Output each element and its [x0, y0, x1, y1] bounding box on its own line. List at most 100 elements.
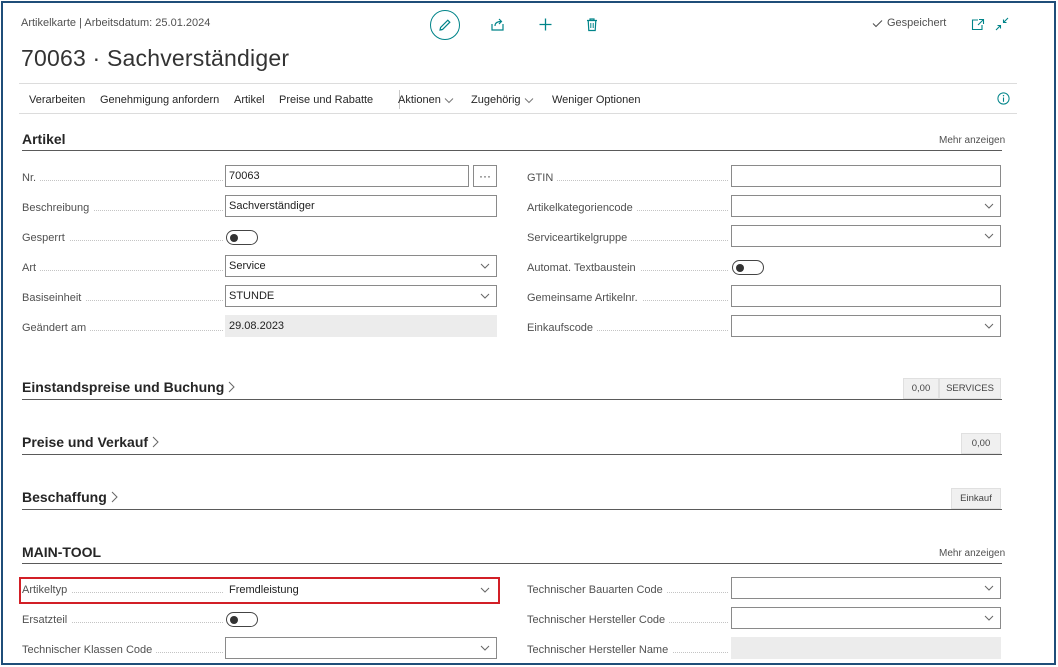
einkaufscode-select[interactable]: [731, 315, 1001, 337]
section-preise-header[interactable]: Preise und Verkauf: [22, 434, 159, 450]
einstandspreis-badge: 0,00: [903, 378, 939, 399]
artikel-show-more[interactable]: Mehr anzeigen: [939, 135, 1005, 146]
field-label: Serviceartikelgruppe: [527, 232, 632, 244]
section-divider: [22, 563, 1002, 564]
chevron-right-icon: [152, 436, 159, 448]
serviceartikelgruppe-select[interactable]: [731, 225, 1001, 247]
section-divider: [22, 509, 1002, 510]
chevron-down-icon: [480, 645, 490, 651]
field-label: Beschreibung: [22, 202, 94, 214]
chevron-down-icon: [984, 323, 994, 329]
preise-badge: 0,00: [961, 433, 1001, 454]
section-divider: [22, 399, 1002, 400]
action-weniger-optionen[interactable]: Weniger Optionen: [552, 94, 640, 106]
technischer-bauarten-code-select[interactable]: [731, 577, 1001, 599]
field-label: Gesperrt: [22, 232, 69, 244]
chevron-right-icon: [228, 381, 235, 393]
field-label: Technischer Bauarten Code: [527, 584, 667, 596]
field-label: Basiseinheit: [22, 292, 86, 304]
field-label: Nr.: [22, 172, 41, 184]
nr-input[interactable]: 70063: [225, 165, 469, 187]
leader-dots: [25, 180, 223, 181]
maintool-show-more[interactable]: Mehr anzeigen: [939, 548, 1005, 559]
technischer-klassen-code-select[interactable]: [225, 637, 497, 659]
basiseinheit-select-value: STUNDE: [229, 290, 275, 302]
share-icon: [490, 18, 504, 31]
geaendert-am-value: 29.08.2023: [225, 315, 497, 337]
beschaffung-badge: Einkauf: [951, 488, 1001, 509]
field-label: Artikelkategoriencode: [527, 202, 637, 214]
delete-button[interactable]: [583, 15, 601, 33]
field-label: GTIN: [527, 172, 558, 184]
artikelkategoriencode-select[interactable]: [731, 195, 1001, 217]
leader-dots: [25, 270, 223, 271]
collapse-button[interactable]: [993, 15, 1011, 33]
plus-icon: [539, 18, 551, 30]
gtin-input[interactable]: [731, 165, 1001, 187]
action-genehmigung-anfordern[interactable]: Genehmigung anfordern: [100, 94, 219, 106]
section-divider: [22, 150, 1002, 151]
chevron-down-icon: [984, 233, 994, 239]
chevron-down-icon: [984, 585, 994, 591]
edit-button[interactable]: [430, 10, 460, 40]
art-select-value: Service: [229, 260, 266, 272]
field-label: Art: [22, 262, 41, 274]
section-maintool-title: MAIN-TOOL: [22, 544, 102, 560]
section-artikel-title: Artikel: [22, 131, 66, 147]
new-button[interactable]: [536, 15, 554, 33]
item-card-page: Artikelkarte | Arbeitsdatum: 25.01.2024 …: [1, 1, 1056, 665]
field-label: Automat. Textbaustein: [527, 262, 640, 274]
field-label: Technischer Hersteller Code: [527, 614, 670, 626]
save-status: Gespeichert: [872, 17, 946, 29]
section-preise-title: Preise und Verkauf: [22, 434, 149, 450]
action-bar: Verarbeiten Genehmigung anfordern Artike…: [19, 83, 1017, 114]
action-aktionen-menu[interactable]: Aktionen: [398, 94, 454, 106]
field-label: Gemeinsame Artikelnr.: [527, 292, 642, 304]
chevron-down-icon: [444, 97, 454, 103]
section-einstandspreise-header[interactable]: Einstandspreise und Buchung: [22, 379, 235, 395]
chevron-down-icon: [524, 97, 533, 103]
chevron-right-icon: [111, 491, 118, 503]
section-beschaffung-header[interactable]: Beschaffung: [22, 489, 118, 505]
technischer-hersteller-name-value: [731, 637, 1001, 659]
checkmark-icon: [872, 19, 883, 27]
action-preise-und-rabatte[interactable]: Preise und Rabatte: [279, 94, 373, 106]
field-label: Technischer Hersteller Name: [527, 644, 673, 656]
save-status-label: Gespeichert: [887, 17, 947, 29]
action-artikel[interactable]: Artikel: [234, 94, 265, 106]
section-beschaffung-title: Beschaffung: [22, 489, 107, 505]
section-divider: [22, 454, 1002, 455]
field-label: Technischer Klassen Code: [22, 644, 157, 656]
art-select[interactable]: Service: [225, 255, 497, 277]
leader-dots: [530, 180, 728, 181]
beschreibung-input[interactable]: Sachverständiger: [225, 195, 497, 217]
ersatzteil-toggle[interactable]: [226, 612, 258, 627]
open-new-window-icon: [971, 18, 985, 30]
automat-textbaustein-toggle[interactable]: [732, 260, 764, 275]
field-label: Einkaufscode: [527, 322, 598, 334]
trash-icon: [587, 17, 597, 31]
action-zugehoerig-menu[interactable]: Zugehörig: [471, 94, 534, 106]
share-button[interactable]: [488, 15, 506, 33]
chevron-down-icon: [480, 293, 490, 299]
collapse-icon: [995, 17, 1009, 31]
buchung-badge: SERVICES: [939, 378, 1001, 399]
field-label: Ersatzteil: [22, 614, 72, 626]
action-zugehoerig-label: Zugehörig: [471, 94, 521, 106]
basiseinheit-select[interactable]: STUNDE: [225, 285, 497, 307]
action-aktionen-label: Aktionen: [398, 94, 441, 106]
info-button[interactable]: [997, 92, 1010, 110]
info-icon: [997, 92, 1010, 105]
nr-lookup-button[interactable]: ···: [473, 165, 497, 187]
gesperrt-toggle[interactable]: [226, 230, 258, 245]
field-label: Geändert am: [22, 322, 91, 334]
breadcrumb: Artikelkarte | Arbeitsdatum: 25.01.2024: [21, 17, 211, 29]
technischer-hersteller-code-select[interactable]: [731, 607, 1001, 629]
chevron-down-icon: [984, 203, 994, 209]
open-new-window-button[interactable]: [969, 15, 987, 33]
gemeinsame-artikelnr-input[interactable]: [731, 285, 1001, 307]
highlight-box: [19, 577, 500, 604]
pencil-icon: [439, 19, 451, 31]
page-title: 70063 · Sachverständiger: [21, 45, 290, 71]
action-verarbeiten[interactable]: Verarbeiten: [29, 94, 85, 106]
